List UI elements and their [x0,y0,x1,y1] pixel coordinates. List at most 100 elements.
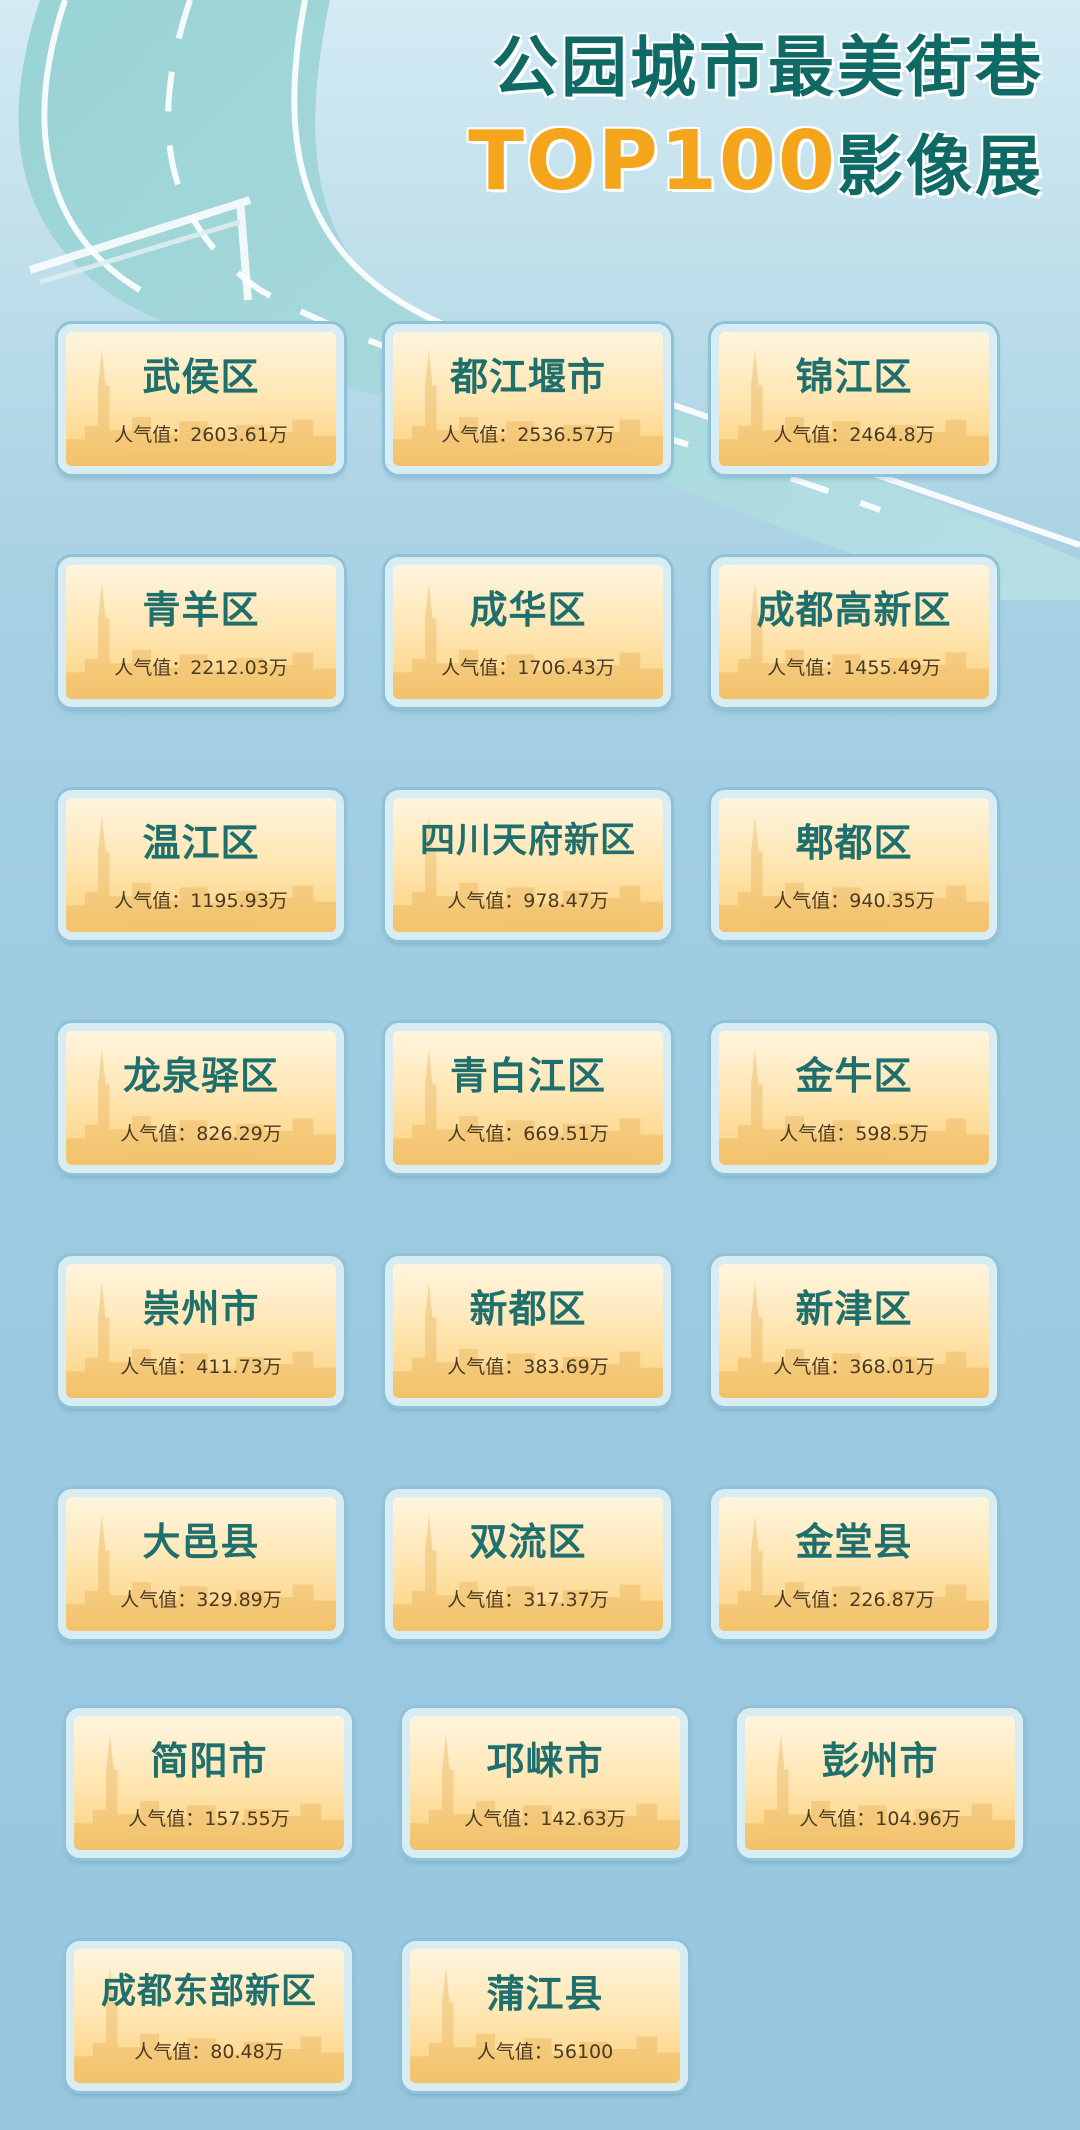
district-card[interactable]: 成都高新区 人气值：1455.49万 [711,557,997,707]
popularity-label: 人气值： [134,2041,211,2063]
popularity-label: 人气值： [128,1808,205,1830]
popularity-label: 人气值： [767,657,844,679]
district-name: 双流区 [469,1520,587,1564]
popularity-value: 人气值：978.47万 [393,886,663,913]
popularity-number: 142.63万 [540,1808,626,1830]
popularity-label: 人气值： [447,1589,524,1611]
popularity-label: 人气值： [447,1356,524,1378]
page-title: 公园城市最美街巷 [492,29,1044,106]
district-card[interactable]: 四川天府新区人气值：978.47万 [385,790,671,940]
popularity-number: 598.5万 [855,1123,929,1145]
popularity-value: 人气值：226.87万 [719,1585,989,1612]
popularity-number: 978.47万 [523,890,609,912]
popularity-value: 人气值：104.96万 [745,1804,1015,1831]
popularity-label: 人气值： [476,2041,553,2063]
district-name: 成华区 [469,588,587,632]
popularity-value: 人气值：1195.93万 [66,886,336,913]
popularity-label: 人气值： [441,424,518,446]
popularity-number: 669.51万 [523,1123,609,1145]
popularity-label: 人气值： [120,1356,197,1378]
popularity-value: 人气值：411.73万 [66,1352,336,1379]
popularity-label: 人气值： [441,657,518,679]
district-card[interactable]: 锦江区人气值：2464.8万 [711,324,997,474]
district-card[interactable]: 成都东部新区人气值：80.48万 [66,1941,352,2091]
district-card[interactable]: 青白江区 人气值：669.51万 [385,1023,671,1173]
popularity-number: 2212.03万 [190,657,288,679]
popularity-value: 人气值：2464.8万 [719,420,989,447]
popularity-value: 人气值：157.55万 [74,1804,344,1831]
popularity-label: 人气值： [779,1123,856,1145]
district-card[interactable]: 青羊区人气值：2212.03万 [58,557,344,707]
district-card[interactable]: 简阳市人气值：157.55万 [66,1708,352,1858]
district-card[interactable]: 新都区人气值：383.69万 [385,1256,671,1406]
district-card[interactable]: 新津区人气值：368.01万 [711,1256,997,1406]
district-card[interactable]: 成华区人气值：1706.43万 [385,557,671,707]
popularity-label: 人气值： [773,424,850,446]
popularity-number: 157.55万 [204,1808,290,1830]
district-name: 锦江区 [795,355,913,399]
popularity-number: 826.29万 [196,1123,282,1145]
popularity-number: 56100 [552,2041,614,2063]
popularity-value: 人气值：1706.43万 [393,653,663,680]
popularity-value: 人气值：368.01万 [719,1352,989,1379]
popularity-value: 人气值：80.48万 [74,2037,344,2064]
district-card[interactable]: 双流区人气值：317.37万 [385,1489,671,1639]
district-card[interactable]: 郫都区人气值：940.35万 [711,790,997,940]
district-name: 郫都区 [795,821,913,865]
district-name: 简阳市 [150,1739,268,1783]
district-card[interactable]: 金牛区人气值：598.5万 [711,1023,997,1173]
district-name: 新津区 [795,1287,913,1331]
district-name: 青羊区 [142,588,260,632]
district-card[interactable]: 邛崃市人气值：142.63万 [402,1708,688,1858]
popularity-value: 人气值：669.51万 [393,1119,663,1146]
district-card[interactable]: 龙泉驿区 人气值：826.29万 [58,1023,344,1173]
district-card[interactable]: 蒲江县 人气值：56100 [402,1941,688,2091]
popularity-value: 人气值：826.29万 [66,1119,336,1146]
popularity-number: 80.48万 [210,2041,284,2063]
popularity-number: 329.89万 [196,1589,282,1611]
district-card[interactable]: 金堂县 人气值：226.87万 [711,1489,997,1639]
popularity-label: 人气值： [114,424,191,446]
district-card[interactable]: 大邑县人气值：329.89万 [58,1489,344,1639]
district-card[interactable]: 崇州市 人气值：411.73万 [58,1256,344,1406]
popularity-value: 人气值：329.89万 [66,1585,336,1612]
popularity-number: 940.35万 [849,890,935,912]
district-name: 都江堰市 [449,355,606,399]
district-card[interactable]: 温江区 人气值：1195.93万 [58,790,344,940]
popularity-value: 人气值：2603.61万 [66,420,336,447]
district-card[interactable]: 武侯区 人气值：2603.61万 [58,324,344,474]
popularity-number: 104.96万 [875,1808,961,1830]
popularity-label: 人气值： [773,1589,850,1611]
popularity-label: 人气值： [120,1123,197,1145]
district-card[interactable]: 都江堰市 人气值：2536.57万 [385,324,671,474]
page-subtitle: TOP100影像展 [468,114,1044,232]
popularity-label: 人气值： [773,890,850,912]
district-name: 四川天府新区 [419,821,636,861]
district-name: 大邑县 [142,1520,260,1564]
popularity-number: 368.01万 [849,1356,935,1378]
popularity-number: 1706.43万 [517,657,615,679]
popularity-number: 226.87万 [849,1589,935,1611]
popularity-value: 人气值：1455.49万 [719,653,989,680]
popularity-value: 人气值：940.35万 [719,886,989,913]
district-name: 邛崃市 [486,1739,604,1783]
popularity-value: 人气值：383.69万 [393,1352,663,1379]
district-name: 金牛区 [795,1054,913,1098]
popularity-number: 1455.49万 [843,657,941,679]
popularity-label: 人气值： [799,1808,876,1830]
subtitle-suffix: 影像展 [837,128,1044,205]
popularity-value: 人气值：142.63万 [410,1804,680,1831]
district-name: 成都东部新区 [100,1972,317,2012]
popularity-label: 人气值： [120,1589,197,1611]
popularity-label: 人气值： [447,890,524,912]
popularity-number: 2603.61万 [190,424,288,446]
district-name: 新都区 [469,1287,587,1331]
popularity-number: 317.37万 [523,1589,609,1611]
popularity-value: 人气值：317.37万 [393,1585,663,1612]
popularity-label: 人气值： [464,1808,541,1830]
popularity-label: 人气值： [114,890,191,912]
district-card[interactable]: 彭州市 人气值：104.96万 [737,1708,1023,1858]
popularity-value: 人气值：598.5万 [719,1119,989,1146]
popularity-value: 人气值：2212.03万 [66,653,336,680]
title-block: 公园城市最美街巷 TOP100影像展 [468,22,1044,232]
